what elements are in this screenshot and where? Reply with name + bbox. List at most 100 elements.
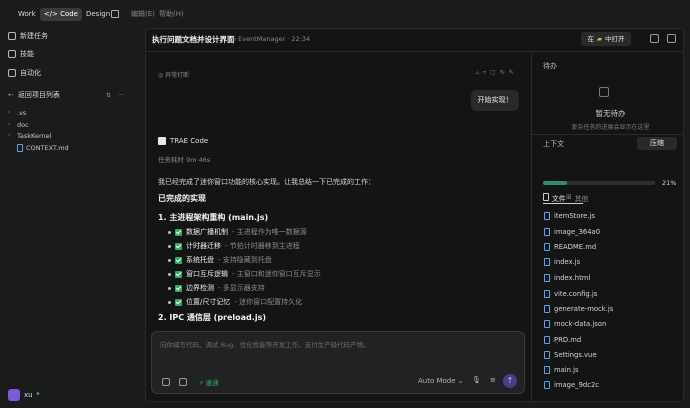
task-meta: ▭ EventManager · 22:34 <box>230 35 310 43</box>
file-icon <box>544 336 550 344</box>
todo-title: 待办 <box>543 62 557 70</box>
header-divider <box>145 51 684 52</box>
file-item[interactable]: Settings.vue <box>544 349 597 361</box>
file-name: README.md <box>554 243 597 251</box>
retry-icon[interactable]: ↻ <box>500 69 509 76</box>
item-bold: 位置/尺寸记忆 <box>186 298 231 306</box>
sidebar-toggle-icon[interactable] <box>111 10 119 18</box>
panel-toggle-icon[interactable] <box>667 34 676 43</box>
context-progress <box>543 181 655 185</box>
folder-icon: ▰ <box>597 35 602 43</box>
mode-code-label: Code <box>60 10 78 18</box>
file-item[interactable]: vite.config.js <box>544 288 597 300</box>
split-view-icon[interactable] <box>650 34 659 43</box>
open-in-target: 中打开 <box>605 35 625 43</box>
file-item[interactable]: index.html <box>544 272 590 284</box>
image-icon[interactable] <box>179 378 187 386</box>
file-item[interactable]: main.js <box>544 364 579 376</box>
thumbs-down-icon[interactable]: ▿ <box>483 69 490 76</box>
sidebar-item-automation[interactable]: 自动化 <box>8 66 41 80</box>
tab-other[interactable]: ⊞ 其他 <box>566 193 588 203</box>
menu-edit[interactable]: 编辑(E) <box>131 8 155 21</box>
task-time: 22:34 <box>291 35 311 43</box>
folder-icon: ▭ <box>230 35 237 43</box>
tree-label: CONTEXT.md <box>26 144 69 152</box>
summary-intro: 我已经完成了迷你窗口功能的核心实现。让我总结一下已完成的工作： <box>158 178 375 186</box>
file-item[interactable]: image_364a0 <box>544 226 600 238</box>
bullet <box>168 258 171 262</box>
file-item[interactable]: PRD.md <box>544 334 581 346</box>
tree-item-taskkernel[interactable]: › TaskKernel <box>8 130 51 142</box>
agent-name: TRAE Code <box>170 137 209 145</box>
tab-files[interactable]: 文件 <box>543 193 566 203</box>
section-preload-js: 2. IPC 通信层 (preload.js) <box>158 313 266 322</box>
section-main-js: 1. 主进程架构重构 (main.js) <box>158 213 269 222</box>
mode-select[interactable]: Auto Mode ⌄ <box>418 377 464 385</box>
tab-other-label: 其他 <box>574 195 589 203</box>
file-item[interactable]: itemStore.js <box>544 210 595 222</box>
tree-label: .vs <box>17 109 27 117</box>
add-context-icon[interactable] <box>162 378 170 386</box>
bullet <box>168 244 171 248</box>
file-icon <box>544 320 550 328</box>
check-icon <box>175 284 182 292</box>
file-item[interactable]: index.js <box>544 256 580 268</box>
user-message-bubble: 开始实现！ <box>471 90 519 111</box>
sidebar-item-label: 技能 <box>20 50 34 58</box>
microphone-icon[interactable]: 🎙 <box>472 376 481 384</box>
list-item: 窗口互斥逻辑 - 主窗口和迷你窗口互斥显示 <box>168 268 321 280</box>
copy-icon[interactable]: ▢ <box>490 69 500 76</box>
mode-design[interactable]: Design <box>82 8 114 21</box>
interrupted-note: ◎ 异常打断 <box>158 70 189 79</box>
todo-empty-title: 暂无待办 <box>595 109 626 118</box>
item-text: - 主进程作为唯一数据源 <box>232 228 307 236</box>
file-name: generate-mock.js <box>554 305 614 313</box>
file-icon <box>544 258 550 266</box>
menu-help[interactable]: 帮助(H) <box>159 8 184 21</box>
file-name: PRD.md <box>554 336 582 344</box>
meta-sep: · <box>287 35 290 43</box>
file-item[interactable]: README.md <box>544 241 596 253</box>
sidebar-item-new-task[interactable]: 新建任务 <box>8 29 48 43</box>
file-name: image_364a0 <box>554 228 601 236</box>
mode-work[interactable]: Work <box>14 8 40 21</box>
tree-more-icon[interactable]: ··· <box>118 92 124 99</box>
tab-active-indicator <box>543 203 583 204</box>
sidebar-item-skills[interactable]: 技能 <box>8 47 34 61</box>
composer-input[interactable]: 向你编写代码、调试 Bug、优化性能等开发工作。支付生产级代码产物。 <box>160 339 515 349</box>
send-button[interactable]: ↑ <box>503 374 517 388</box>
bullet <box>168 286 171 290</box>
tree-item-vs[interactable]: › .vs <box>8 107 26 119</box>
back-to-projects[interactable]: ← 返回项目列表 <box>8 88 60 102</box>
edit-icon[interactable]: ✎ <box>509 69 518 76</box>
avatar[interactable] <box>8 389 20 401</box>
item-bold: 窗口互斥逻辑 <box>186 270 228 278</box>
file-item[interactable]: image_9dc2c <box>544 379 599 391</box>
list-item: 边界检测 - 多显示器支持 <box>168 282 265 294</box>
tree-item-context[interactable]: CONTEXT.md <box>8 142 69 154</box>
project-name: EventManager <box>238 35 286 43</box>
file-name: main.js <box>554 366 579 374</box>
item-bold: 计时器迁移 <box>186 242 221 250</box>
thumbs-up-icon[interactable]: ▵ <box>476 69 483 76</box>
item-text: - 支持隐藏到托盘 <box>218 256 272 264</box>
sparkle-icon: ✦ <box>35 390 41 398</box>
check-icon <box>175 270 182 278</box>
lightning-icon: ⚡ <box>199 379 206 387</box>
file-item[interactable]: generate-mock.js <box>544 303 613 315</box>
compress-button[interactable]: 压缩 <box>637 137 677 150</box>
file-name: index.js <box>554 258 581 266</box>
open-in-button[interactable]: 在 ▰ 中打开 <box>581 32 631 46</box>
mode-code[interactable]: </> Code <box>39 8 82 21</box>
code-icon: </> <box>43 10 61 18</box>
file-icon <box>544 274 550 282</box>
settings-sliders-icon[interactable]: ≡ <box>490 376 496 384</box>
speed-toggle[interactable]: ⚡ 速通 <box>199 377 219 387</box>
grid-icon: ⊞ <box>566 193 572 201</box>
file-item[interactable]: mock-data.json <box>544 318 606 330</box>
context-progress-fill <box>543 181 567 185</box>
sidebar-item-label: 自动化 <box>20 69 41 77</box>
tree-collapse-icon[interactable]: ⇅ <box>106 92 111 99</box>
item-text: - 迷你窗口配置持久化 <box>234 298 303 306</box>
task-duration: 任务耗时 9m 46s <box>158 156 211 164</box>
